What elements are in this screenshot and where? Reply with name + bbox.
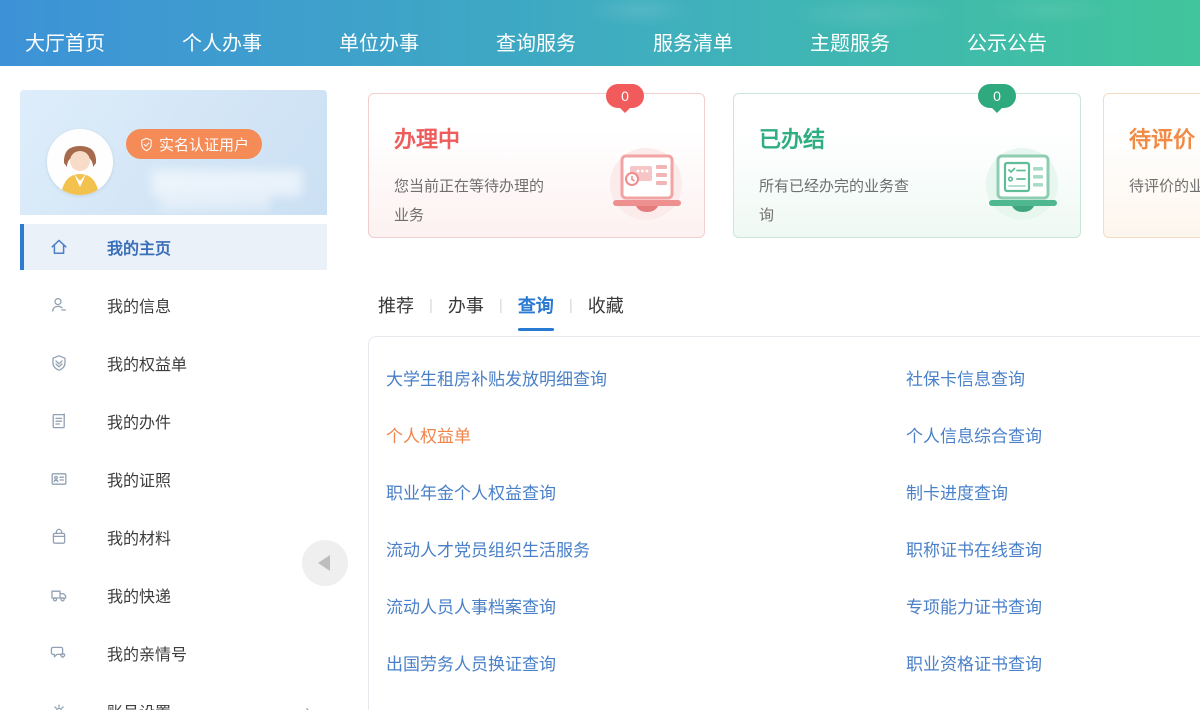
service-link[interactable]: 出国劳务人员换证查询 [386, 634, 607, 691]
service-link[interactable]: 专项能力证书查询 [906, 577, 1144, 634]
sidebar-item-my-info[interactable]: 我的信息 [20, 276, 327, 334]
sidebar-item-label: 我的快递 [107, 583, 171, 607]
nav-item-announcements[interactable]: 公示公告 [967, 27, 1047, 56]
gear-icon [48, 700, 70, 710]
card-completed[interactable]: 0 已办结 所有已经办完的业务查询 [733, 93, 1081, 238]
card-pending-evaluation[interactable]: 待评价 待评价的业务 [1103, 93, 1200, 238]
processing-count-badge: 0 [606, 84, 644, 108]
redacted-user-name [152, 170, 302, 196]
avatar-illustration [47, 129, 113, 195]
laptop-chat-illustration [594, 146, 690, 231]
service-link[interactable]: 职业资格证书查询 [906, 634, 1144, 691]
truck-icon [48, 584, 70, 606]
service-link[interactable]: 技能人员职业资格证书补发查询 [906, 691, 1144, 710]
card-description: 所有已经办完的业务查询 [759, 172, 909, 230]
service-tabs: 推荐 | 办事 | 查询 | 收藏 [378, 292, 624, 318]
card-description: 待评价的业务 [1129, 172, 1200, 201]
sidebar: 实名认证用户 我的主页 我的信息 我的 [20, 90, 327, 710]
tab-separator: | [499, 297, 503, 314]
sidebar-item-my-family-number[interactable]: 我的亲情号 [20, 624, 327, 682]
nav-item-query-services[interactable]: 查询服务 [496, 27, 576, 56]
service-link[interactable]: 流动人员人事档案查询 [386, 577, 607, 634]
sidebar-item-my-rights[interactable]: 我的权益单 [20, 334, 327, 392]
nav-item-service-list[interactable]: 服务清单 [653, 27, 733, 56]
auth-badge-label: 实名认证用户 [159, 134, 249, 155]
nav-item-hall-home[interactable]: 大厅首页 [25, 27, 105, 56]
tab-favorites[interactable]: 收藏 [588, 292, 624, 318]
tab-services[interactable]: 办事 [448, 292, 484, 318]
services-column-left: 大学生租房补贴发放明细查询 个人权益单 职业年金个人权益查询 流动人才党员组织生… [386, 349, 607, 710]
user-card: 实名认证用户 [20, 90, 327, 215]
realname-auth-badge: 实名认证用户 [126, 129, 262, 159]
top-navigation: 大厅首页 个人办事 单位办事 查询服务 服务清单 主题服务 公示公告 [0, 0, 1200, 66]
redacted-user-id [160, 194, 270, 210]
service-link[interactable]: 制卡进度查询 [906, 463, 1144, 520]
sidebar-item-my-materials[interactable]: 我的材料 [20, 508, 327, 566]
services-column-right: 社保卡信息查询 个人信息综合查询 制卡进度查询 职称证书在线查询 专项能力证书查… [906, 349, 1144, 710]
nav-item-personal-services[interactable]: 个人办事 [182, 27, 262, 56]
sidebar-item-my-certificates[interactable]: 我的证照 [20, 450, 327, 508]
avatar[interactable] [47, 129, 113, 195]
sidebar-item-label: 我的权益单 [107, 351, 187, 375]
sidebar-item-label: 我的办件 [107, 409, 171, 433]
tab-separator: | [569, 297, 573, 314]
laptop-checklist-illustration [970, 146, 1066, 231]
service-link[interactable]: 职业年金个人权益查询 [386, 463, 607, 520]
auth-shield-icon [139, 137, 154, 152]
card-description: 您当前正在等待办理的业务 [394, 172, 544, 230]
service-link[interactable]: 社保卡信息查询 [906, 349, 1144, 406]
document-icon [48, 410, 70, 432]
sidebar-item-account-settings[interactable]: 账号设置 › [20, 682, 327, 710]
chevron-right-icon: › [305, 701, 311, 710]
sidebar-item-label: 我的材料 [107, 525, 171, 549]
sidebar-item-label: 我的主页 [107, 235, 171, 259]
tab-query[interactable]: 查询 [518, 292, 554, 318]
service-link[interactable]: 养老保险查询 [386, 691, 607, 710]
completed-count-badge: 0 [978, 84, 1016, 108]
query-services-panel: 大学生租房补贴发放明细查询 个人权益单 职业年金个人权益查询 流动人才党员组织生… [368, 336, 1200, 710]
chevron-left-icon [318, 555, 330, 571]
service-link[interactable]: 职称证书在线查询 [906, 520, 1144, 577]
sidebar-item-label: 账号设置 [107, 699, 171, 710]
service-link[interactable]: 流动人才党员组织生活服务 [386, 520, 607, 577]
rights-shield-icon [48, 352, 70, 374]
sidebar-item-label: 我的证照 [107, 467, 171, 491]
id-card-icon [48, 468, 70, 490]
sidebar-item-my-cases[interactable]: 我的办件 [20, 392, 327, 450]
sidebar-collapse-button[interactable] [302, 540, 348, 586]
sidebar-item-my-home[interactable]: 我的主页 [20, 224, 327, 270]
tab-recommended[interactable]: 推荐 [378, 292, 414, 318]
service-link[interactable]: 大学生租房补贴发放明细查询 [386, 349, 607, 406]
nav-item-theme-services[interactable]: 主题服务 [810, 27, 890, 56]
tab-separator: | [429, 297, 433, 314]
portal-page: 大厅首页 个人办事 单位办事 查询服务 服务清单 主题服务 公示公告 [0, 0, 1200, 710]
sidebar-item-my-express[interactable]: 我的快递 [20, 566, 327, 624]
materials-bag-icon [48, 526, 70, 548]
family-chat-heart-icon [48, 642, 70, 664]
sidebar-item-label: 我的亲情号 [107, 641, 187, 665]
sidebar-menu: 我的主页 我的信息 我的权益单 我的办件 [20, 215, 327, 710]
user-icon [48, 294, 70, 316]
nav-item-unit-services[interactable]: 单位办事 [339, 27, 419, 56]
card-processing[interactable]: 0 办理中 您当前正在等待办理的业务 [368, 93, 705, 238]
sidebar-item-label: 我的信息 [107, 293, 171, 317]
service-link-highlighted[interactable]: 个人权益单 [386, 406, 607, 463]
card-title: 待评价 [1129, 122, 1200, 154]
home-icon [48, 236, 70, 258]
service-link[interactable]: 个人信息综合查询 [906, 406, 1144, 463]
